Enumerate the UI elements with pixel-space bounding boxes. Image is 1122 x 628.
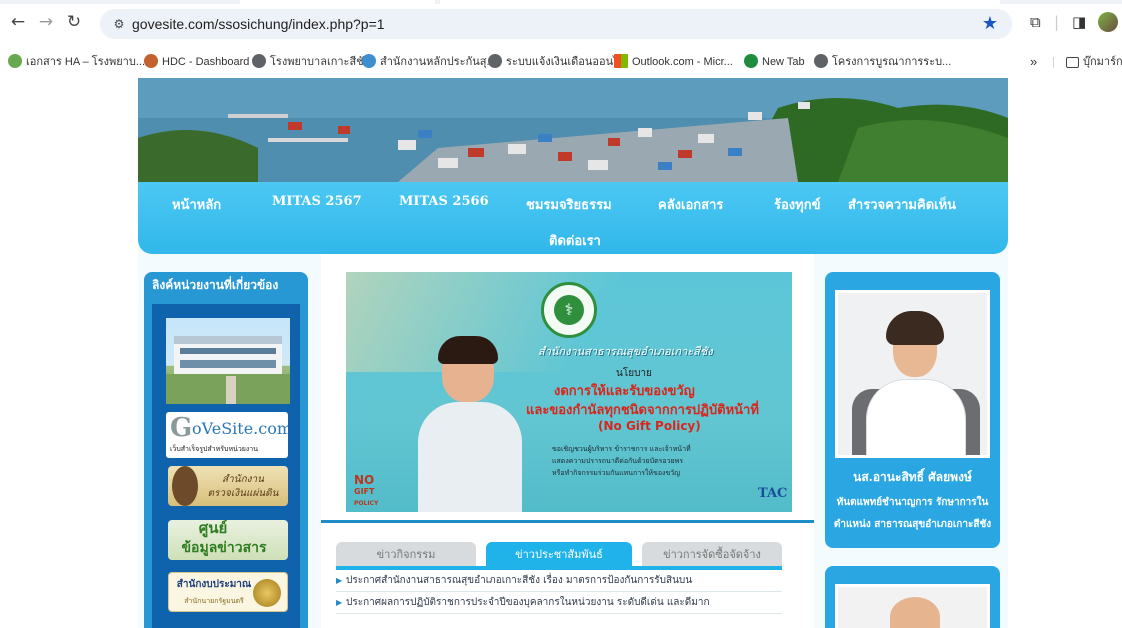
director-profile-box: นส.อานะสิทธิ์ ศัลยพงษ์ ทันตแพทย์ชำนาญการ… (825, 272, 1000, 548)
poster-body-1: ขอเชิญชวนผู้บริหาร ข้าราชการ และเจ้าหน้า… (552, 445, 691, 453)
tab-announcements[interactable]: ข่าวประชาสัมพันธ์ (486, 542, 632, 568)
menu-survey[interactable]: สำรวจความคิดเห็น (848, 194, 956, 215)
address-bar[interactable]: ⚙ govesite.com/ssosichung/index.php?p=1 … (100, 9, 1012, 39)
bookmark-hospital[interactable]: โรงพยาบาลเกาะสีชัง (252, 53, 369, 71)
bookmark-nhso[interactable]: สำนักงานหลักประกันสุ... (362, 53, 496, 71)
main-menu: หน้าหลัก MITAS 2567 MITAS 2566 ชมรมจริยธ… (138, 182, 1008, 254)
news-list: ▶ ประกาศสำนักงานสาธารณสุขอำเภอเกาะสีชัง เ… (336, 570, 782, 614)
header-banner (138, 78, 1008, 182)
bookmark-salary[interactable]: ระบบแจ้งเงินเดือนออนไ... (488, 53, 628, 71)
govesite-g-letter: G (170, 413, 193, 443)
bookmark-star-icon[interactable]: ★ (982, 13, 998, 35)
list-item[interactable]: ▶ ประกาศสำนักงานสาธารณสุขอำเภอเกาะสีชัง เ… (336, 570, 782, 592)
side-panel-icon[interactable]: ◨ (1072, 12, 1086, 32)
audit-office-link[interactable]: สำนักงาน ตรวจเงินแผ่นดิน (168, 466, 288, 506)
bookmark-new-tab[interactable]: New Tab (744, 53, 805, 71)
bookmark-favicon-icon (144, 54, 158, 68)
news-tabs: ข่าวกิจกรรม ข่าวประชาสัมพันธ์ ข่าวการจัด… (336, 542, 782, 568)
profile-avatar-icon[interactable] (1098, 12, 1118, 32)
site-info-icon[interactable]: ⚙ (110, 15, 128, 33)
bookmark-ha[interactable]: เอกสาร HA – โรงพยาบ... (8, 53, 145, 71)
content-divider (321, 520, 814, 523)
extensions-icon[interactable]: ⧉ (1030, 12, 1041, 32)
browser-toolbar: ← → ↻ ⚙ govesite.com/ssosichung/index.ph… (0, 0, 1122, 44)
bullet-arrow-icon: ▶ (336, 598, 343, 607)
budget-seal-icon (253, 579, 281, 607)
govesite-tagline: เว็บสำเร็จรูปสำหรับหน่วยงาน (170, 445, 259, 453)
folder-icon (1066, 57, 1079, 68)
building-photo (166, 336, 290, 404)
poster-body-2: แสดงความปรารถนาดีต่อกันด้วยบัตรอวยพร (552, 457, 684, 465)
inactive-tab-edge[interactable] (240, 0, 435, 4)
second-profile-box (825, 566, 1000, 628)
audit-seal-icon (172, 466, 198, 506)
tac-logo: TAC (758, 486, 788, 501)
moph-emblem-icon: ⚕ (541, 282, 597, 338)
menu-mitas-2566[interactable]: MITAS 2566 (399, 194, 489, 209)
info-center-link[interactable]: ศูนย์ ข้อมูลข่าวสาร (168, 520, 288, 560)
all-bookmarks-button[interactable]: บุ๊กมาร์กทั้งหมด (1066, 53, 1122, 71)
bookmarks-bar: เอกสาร HA – โรงพยาบ... HDC - Dashboard โ… (0, 48, 1122, 76)
tab-activities[interactable]: ข่าวกิจกรรม (336, 542, 476, 568)
bookmarks-separator: | (1052, 56, 1055, 68)
back-icon[interactable]: ← (8, 12, 28, 32)
no-gift-policy-poster[interactable]: ⚕ สำนักงานสาธารณสุขอำเภอเกาะสีชัง นโยบาย… (346, 272, 792, 512)
no-gift-badge: NO GIFT POLICY (354, 473, 379, 507)
poster-headline-3: (No Gift Policy) (598, 419, 701, 433)
menu-contact[interactable]: ติดต่อเรา (549, 230, 601, 251)
site-container: หน้าหลัก MITAS 2567 MITAS 2566 ชมรมจริยธ… (138, 78, 1008, 628)
tab-strip-edge (0, 0, 1122, 4)
poster-portrait (410, 336, 530, 512)
more-bookmarks-button[interactable]: » (1030, 53, 1037, 71)
menu-home[interactable]: หน้าหลัก (172, 194, 221, 215)
forward-icon[interactable]: → (36, 12, 56, 32)
related-links-title: ลิงค์หน่วยงานที่เกี่ยวข้อง (152, 278, 279, 292)
tab-procurement[interactable]: ข่าวการจัดซื้อจัดจ้าง (642, 542, 782, 568)
globe-icon (488, 54, 502, 68)
bookmark-favicon-icon (8, 54, 22, 68)
toolbar-separator: | (1054, 13, 1060, 31)
bookmark-hdc[interactable]: HDC - Dashboard (144, 53, 249, 71)
globe-icon (252, 54, 266, 68)
budget-bureau-link[interactable]: สำนักงบประมาณ สำนักนายกรัฐมนตรี (168, 572, 288, 612)
second-profile-photo[interactable] (835, 584, 990, 628)
poster-headline-1: งดการให้และรับของขวัญ (554, 384, 695, 399)
director-name: นส.อานะสิทธิ์ ศัลยพงษ์ (853, 470, 972, 484)
bookmark-favicon-icon (744, 54, 758, 68)
banner-image (138, 78, 1008, 182)
director-title: ทันตแพทย์ชำนาญการ รักษาการในตำแหน่ง สาธา… (833, 497, 992, 530)
active-tab-edge[interactable] (440, 0, 1000, 4)
menu-complaints[interactable]: ร้องทุกข์ (774, 194, 820, 215)
microsoft-icon (614, 54, 628, 68)
bookmark-project[interactable]: โครงการบูรณาการระบ... (814, 53, 951, 71)
bookmark-favicon-icon (362, 54, 376, 68)
poster-headline-2: และของกำนัลทุกชนิดจากการปฏิบัติหน้าที่ (526, 403, 759, 418)
menu-ethics-club[interactable]: ชมรมจริยธรรม (526, 194, 612, 215)
poster-office-name: สำนักงานสาธารณสุขอำเภอเกาะสีชัง (538, 345, 713, 358)
menu-documents[interactable]: คลังเอกสาร (658, 194, 723, 215)
director-photo[interactable] (835, 290, 990, 458)
list-item[interactable]: ▶ ประกาศผลการปฏิบัติราชการประจำปีของบุคลา… (336, 592, 782, 614)
govesite-logo-link[interactable]: G oVeSite.com เว็บสำเร็จรูปสำหรับหน่วยงา… (166, 412, 288, 458)
reload-icon[interactable]: ↻ (64, 12, 84, 32)
poster-policy-label: นโยบาย (616, 368, 652, 379)
url-text[interactable]: govesite.com/ssosichung/index.php?p=1 (132, 15, 385, 33)
bullet-arrow-icon: ▶ (336, 576, 343, 585)
menu-mitas-2567[interactable]: MITAS 2567 (272, 194, 362, 209)
poster-body-3: หรือทำกิจกรรมร่วมกันแทนการให้ของขวัญ (552, 469, 681, 477)
bookmark-outlook[interactable]: Outlook.com - Micr... (614, 53, 733, 71)
govesite-wordmark: oVeSite.com (192, 419, 288, 438)
globe-icon (814, 54, 828, 68)
building-image-link[interactable] (166, 318, 290, 404)
